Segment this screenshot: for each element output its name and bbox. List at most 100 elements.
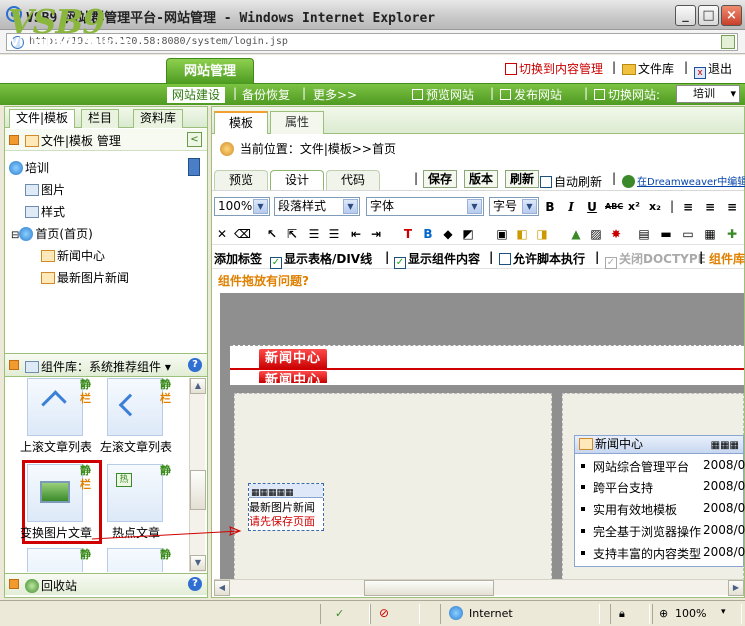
- component-item[interactable]: 静栏 左滚文章列表: [97, 378, 175, 458]
- align-left-icon[interactable]: ≡: [680, 199, 696, 215]
- refresh-button[interactable]: 刷新: [505, 170, 540, 188]
- logout-link[interactable]: x 退出: [694, 60, 732, 79]
- close-doctype-checkbox[interactable]: ✓ 关闭DOCTYPE: [605, 250, 706, 269]
- scroll-down-icon[interactable]: ▼: [190, 555, 206, 571]
- canvas-hscrollbar[interactable]: ◀ ▶: [214, 579, 744, 596]
- fill-icon[interactable]: ◆: [440, 226, 456, 242]
- site-manage-tab[interactable]: 网站管理: [166, 58, 254, 84]
- news-tools-icon[interactable]: ▦▦▦: [711, 437, 739, 454]
- site-select[interactable]: 培训 ▾: [676, 85, 740, 103]
- show-comp-checkbox[interactable]: ✓ 显示组件内容: [394, 250, 480, 269]
- unordered-list-icon[interactable]: ☰: [326, 226, 342, 242]
- scroll-up-icon[interactable]: ▲: [190, 378, 206, 394]
- tree-item-styles[interactable]: 样式: [25, 203, 65, 220]
- component-lib-link[interactable]: 组件库: [709, 250, 745, 267]
- nav-more[interactable]: 更多>>: [313, 86, 357, 103]
- nav-publish[interactable]: 发布网站: [500, 86, 562, 103]
- table-icon[interactable]: ▤: [636, 226, 652, 242]
- select-icon[interactable]: ⇱: [284, 226, 300, 242]
- layer-icon[interactable]: ▣: [494, 226, 510, 242]
- align-center-icon[interactable]: ≡: [702, 199, 718, 215]
- save-button[interactable]: 保存: [423, 170, 458, 188]
- bg-color-icon[interactable]: B: [420, 226, 436, 242]
- news-item[interactable]: 跨平台支持 2008/0: [581, 479, 745, 496]
- news-center-component[interactable]: 新闻中心 ▦▦▦ 网站综合管理平台 2008/0 跨平台支持 2008/0 实用有效地…: [574, 435, 745, 567]
- layer-front-icon[interactable]: ◧: [514, 226, 530, 242]
- auto-refresh-checkbox[interactable]: 自动刷新: [540, 173, 602, 190]
- add-tag-link[interactable]: 添加标签: [214, 250, 262, 267]
- subscript-button[interactable]: x₂: [647, 199, 663, 215]
- misc-icon[interactable]: ✚: [724, 226, 740, 242]
- paragraph-style-select[interactable]: 段落样式 ▼: [274, 197, 360, 216]
- help-icon[interactable]: ?: [188, 358, 202, 372]
- file-lib-link[interactable]: 文件库: [622, 60, 674, 77]
- tree-item-images[interactable]: 图片: [25, 181, 65, 198]
- recycle-bin[interactable]: 回收站: [25, 577, 77, 594]
- tab-template[interactable]: 模板: [214, 111, 269, 134]
- align-right-icon[interactable]: ≡: [724, 199, 740, 215]
- component-item[interactable]: 静栏 上滚文章列表: [17, 378, 95, 458]
- hr-icon[interactable]: ▬: [658, 226, 674, 242]
- component-tools-icon[interactable]: ▦▦▦▦▦: [249, 488, 294, 498]
- scroll-right-icon[interactable]: ▶: [728, 580, 744, 596]
- chevron-left-icon[interactable]: <: [187, 132, 202, 147]
- tab-design[interactable]: 设计: [270, 170, 325, 190]
- font-size-select[interactable]: 字号 ▼: [489, 197, 539, 216]
- show-table-checkbox[interactable]: ✓ 显示表格/DIV线: [270, 250, 372, 269]
- nav-site-build[interactable]: 网站建设: [167, 86, 226, 103]
- layer-back-icon[interactable]: ◨: [534, 226, 550, 242]
- flash-icon[interactable]: ✸: [608, 226, 624, 242]
- tab-library[interactable]: 资料库: [133, 109, 184, 128]
- component-item[interactable]: 静: [97, 548, 175, 572]
- zoom-select[interactable]: 100% ▼: [214, 197, 270, 216]
- form-icon[interactable]: ▭: [680, 226, 696, 242]
- tab-preview[interactable]: 预览: [214, 170, 269, 190]
- go-icon[interactable]: [721, 35, 735, 49]
- placed-component[interactable]: ▦▦▦▦▦ 最新图片新闻 请先保存页面: [248, 483, 324, 531]
- news-item[interactable]: 网站综合管理平台 2008/0: [581, 458, 745, 475]
- italic-button[interactable]: I: [563, 199, 579, 215]
- outdent-icon[interactable]: ⇤: [348, 226, 364, 242]
- maximize-button[interactable]: □: [698, 5, 719, 26]
- tab-file-template[interactable]: 文件|模板: [9, 109, 76, 128]
- brush-icon[interactable]: ◩: [460, 226, 476, 242]
- help-icon[interactable]: ?: [188, 577, 202, 591]
- collapse-icon[interactable]: [9, 360, 19, 370]
- dreamweaver-link[interactable]: 在Dreamweaver中编辑: [622, 173, 745, 188]
- panel-icon[interactable]: [188, 158, 200, 176]
- underline-button[interactable]: U: [584, 199, 600, 215]
- design-canvas[interactable]: 新闻中心 新闻中心 ▦▦▦▦▦ 最新图片新闻 请先保存页面 新闻中心 ▦▦▦ 网站…: [220, 293, 745, 581]
- tree-item-root[interactable]: 培训: [9, 159, 49, 176]
- scroll-thumb[interactable]: [190, 470, 206, 510]
- collapse-icon[interactable]: [9, 579, 19, 589]
- minimize-button[interactable]: _: [675, 5, 696, 26]
- font-select[interactable]: 字体 ▼: [366, 197, 484, 216]
- collapse-icon[interactable]: [9, 135, 19, 145]
- ordered-list-icon[interactable]: ☰: [306, 226, 322, 242]
- pointer-icon[interactable]: ↖: [264, 226, 280, 242]
- tree-item-latest-img-news[interactable]: 最新图片新闻: [41, 269, 129, 286]
- tree-item-news-center[interactable]: 新闻中心: [41, 247, 105, 264]
- web-icon[interactable]: ▦: [702, 226, 718, 242]
- tree-item-home[interactable]: ⊟ 首页(首页): [11, 225, 93, 242]
- strike-button[interactable]: ABC: [605, 199, 623, 215]
- switch-content-link[interactable]: 切换到内容管理: [505, 60, 603, 77]
- component-item[interactable]: 静: [17, 548, 95, 572]
- indent-icon[interactable]: ⇥: [368, 226, 384, 242]
- allow-script-checkbox[interactable]: 允许脚本执行: [499, 250, 585, 267]
- tab-column[interactable]: 栏目: [81, 109, 120, 128]
- tab-code[interactable]: 代码: [326, 170, 381, 190]
- tab-properties[interactable]: 属性: [270, 111, 325, 134]
- superscript-button[interactable]: x²: [626, 199, 642, 215]
- bold-button[interactable]: B: [542, 199, 558, 215]
- component-item-selected[interactable]: 静栏 变换图片文章: [17, 460, 102, 544]
- nav-backup[interactable]: 备份恢复: [242, 86, 290, 103]
- hscroll-thumb[interactable]: [364, 580, 494, 596]
- version-button[interactable]: 版本: [464, 170, 499, 188]
- news-item[interactable]: 实用有效地模板 2008/0: [581, 501, 745, 518]
- drag-help-link[interactable]: 组件拖放有问题?: [218, 272, 309, 289]
- scroll-left-icon[interactable]: ◀: [214, 580, 230, 596]
- component-library-select[interactable]: 组件库：系统推荐组件 ▾: [25, 358, 171, 375]
- eraser-icon[interactable]: ⌫: [234, 226, 251, 242]
- text-color-icon[interactable]: T: [400, 226, 416, 242]
